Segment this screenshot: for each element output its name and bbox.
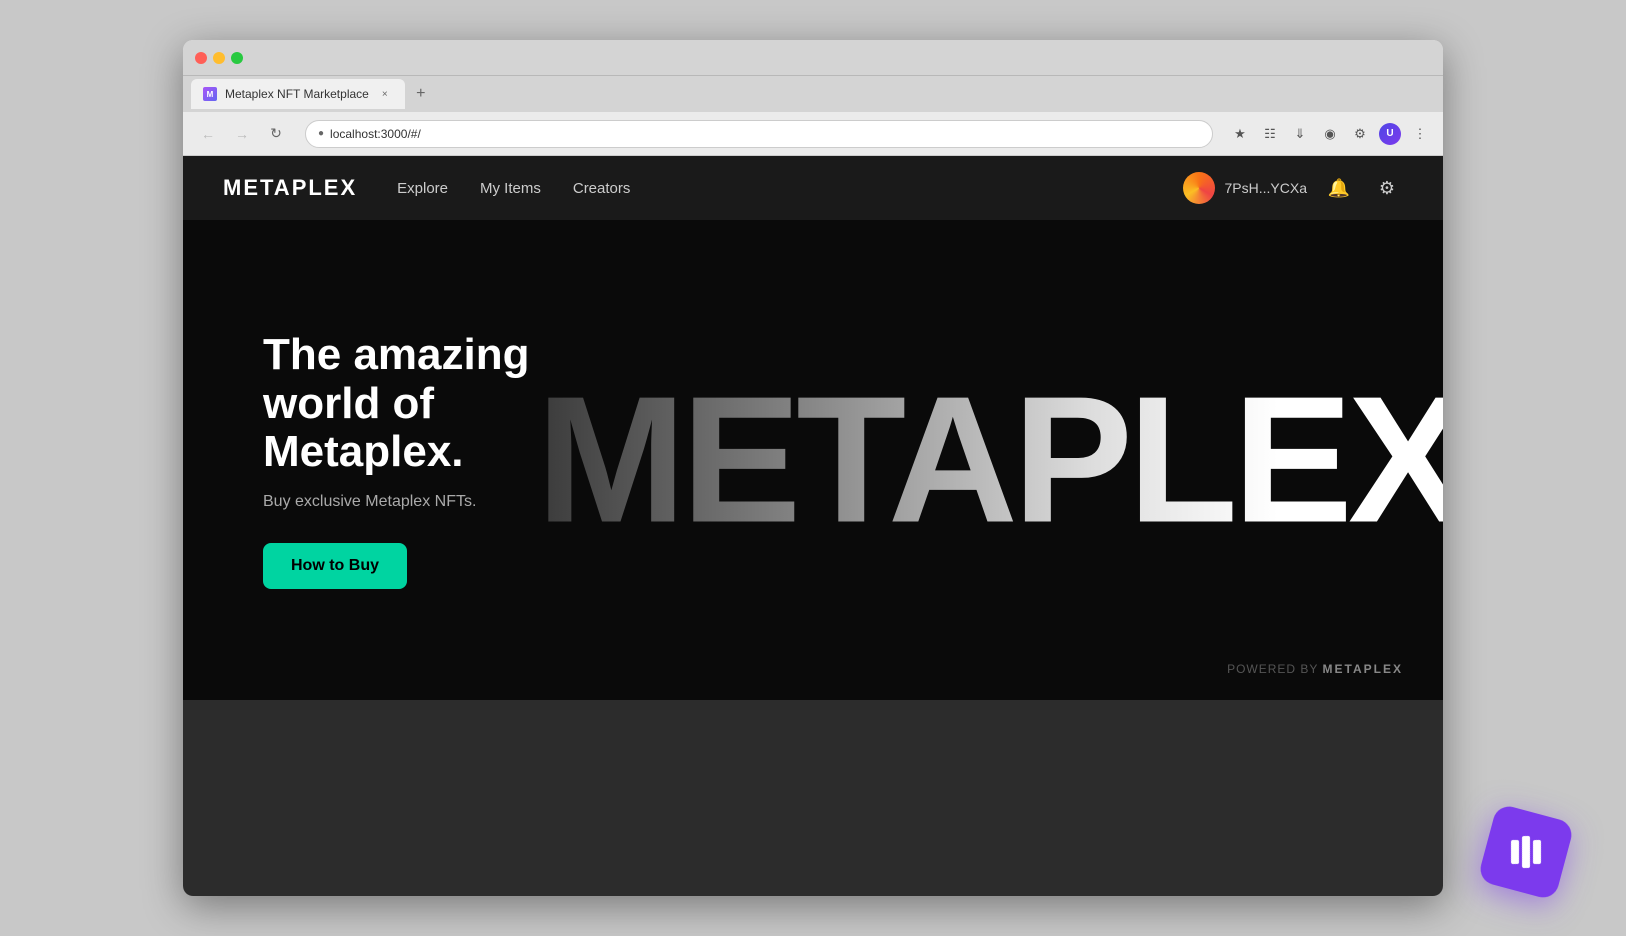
hero-subtitle: Buy exclusive Metaplex NFTs. <box>263 493 643 511</box>
tab-grid-icon[interactable]: ☷ <box>1259 123 1281 145</box>
traffic-lights <box>195 52 243 64</box>
wallet-avatar <box>1183 172 1215 204</box>
back-button[interactable]: ← <box>195 121 221 147</box>
url-text: localhost:3000/#/ <box>330 127 421 141</box>
app-nav: METAPLEX Explore My Items Creators 7PsH.… <box>183 156 1443 220</box>
browser-tab-active[interactable]: M Metaplex NFT Marketplace × <box>191 79 405 109</box>
nav-links: Explore My Items Creators <box>397 180 630 197</box>
browser-controls-right: ★ ☷ ⇓ ◉ ⚙ U ⋮ <box>1229 123 1431 145</box>
browser-titlebar <box>183 40 1443 76</box>
hero-text: The amazing world of Metaplex. Buy exclu… <box>263 331 643 588</box>
hero-section: METAPLEX The amazing world of Metaplex. … <box>183 220 1443 700</box>
profile-icon[interactable]: ◉ <box>1319 123 1341 145</box>
nav-link-creators[interactable]: Creators <box>573 180 631 197</box>
tab-title: Metaplex NFT Marketplace <box>225 87 369 101</box>
nav-link-explore[interactable]: Explore <box>397 180 448 197</box>
reload-button[interactable]: ↻ <box>263 121 289 147</box>
app-content: METAPLEX Explore My Items Creators 7PsH.… <box>183 156 1443 896</box>
extensions-icon[interactable]: ⚙ <box>1349 123 1371 145</box>
wallet-address: 7PsH...YCXa <box>1225 180 1307 196</box>
purple-widget[interactable] <box>1477 803 1575 901</box>
browser-window: M Metaplex NFT Marketplace × + ← → ↻ ● l… <box>183 40 1443 896</box>
browser-toolbar: ← → ↻ ● localhost:3000/#/ ★ ☷ ⇓ ◉ ⚙ U ⋮ <box>183 112 1443 156</box>
tab-favicon: M <box>203 87 217 101</box>
close-button[interactable] <box>195 52 207 64</box>
widget-bar-2 <box>1522 836 1530 868</box>
widget-bar-1 <box>1511 840 1519 864</box>
tab-close-button[interactable]: × <box>377 86 393 102</box>
hero-watermark: METAPLEX <box>536 357 1443 564</box>
notification-icon[interactable]: 🔔 <box>1323 172 1355 204</box>
hero-footer: POWERED BY METAPLEX <box>1227 662 1403 676</box>
minimize-button[interactable] <box>213 52 225 64</box>
tab-bar: M Metaplex NFT Marketplace × + <box>183 76 1443 112</box>
hero-title-line2: Metaplex. <box>263 427 464 476</box>
nav-right: 7PsH...YCXa 🔔 ⚙ <box>1183 172 1403 204</box>
maximize-button[interactable] <box>231 52 243 64</box>
powered-by-brand: METAPLEX <box>1323 662 1403 676</box>
settings-icon[interactable]: ⚙ <box>1371 172 1403 204</box>
app-logo: METAPLEX <box>223 175 357 201</box>
hero-title-line1: The amazing world of <box>263 330 530 427</box>
forward-button[interactable]: → <box>229 121 255 147</box>
how-to-buy-button[interactable]: How to Buy <box>263 543 407 589</box>
browser-user-avatar[interactable]: U <box>1379 123 1401 145</box>
user-wallet[interactable]: 7PsH...YCXa <box>1183 172 1307 204</box>
download-icon[interactable]: ⇓ <box>1289 123 1311 145</box>
menu-icon[interactable]: ⋮ <box>1409 123 1431 145</box>
nav-link-my-items[interactable]: My Items <box>480 180 541 197</box>
lock-icon: ● <box>318 128 324 139</box>
powered-by-prefix: POWERED BY <box>1227 662 1318 676</box>
purple-widget-inner <box>1511 836 1541 868</box>
bookmark-icon[interactable]: ★ <box>1229 123 1251 145</box>
hero-title: The amazing world of Metaplex. <box>263 331 643 476</box>
widget-bar-3 <box>1533 840 1541 864</box>
address-bar[interactable]: ● localhost:3000/#/ <box>305 120 1213 148</box>
new-tab-button[interactable]: + <box>409 82 433 106</box>
